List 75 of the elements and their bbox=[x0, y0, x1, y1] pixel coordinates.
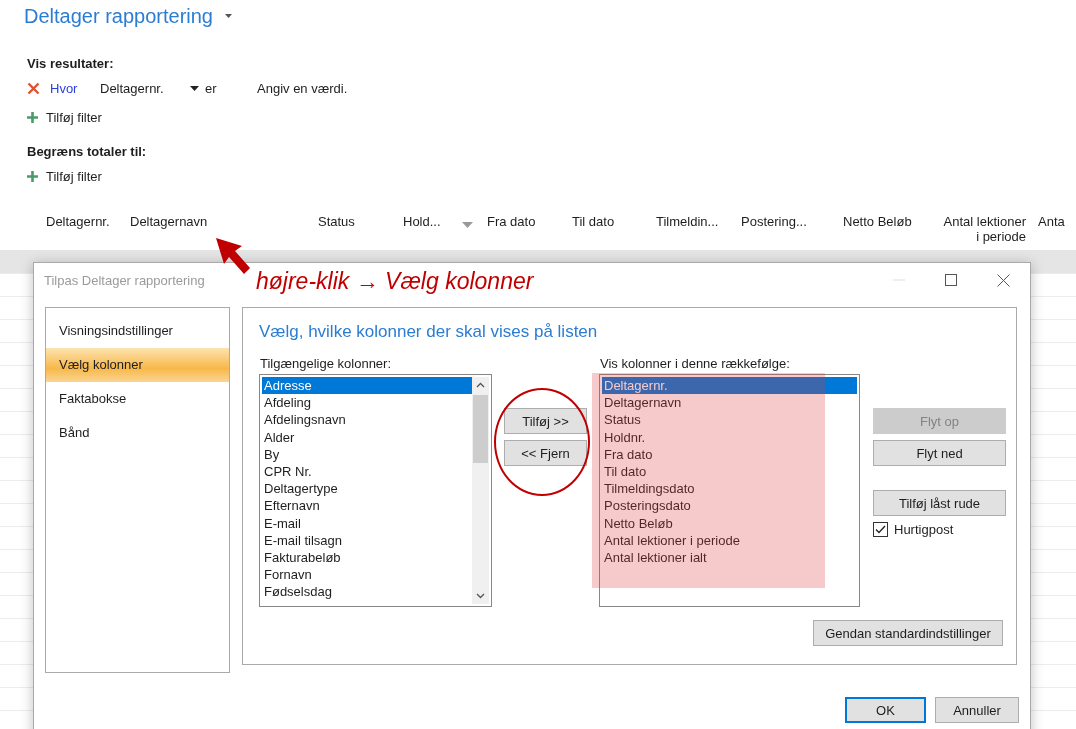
value-field[interactable]: Angiv en værdi. bbox=[257, 81, 348, 96]
add-filter-button[interactable]: Tilføj filter bbox=[27, 110, 102, 125]
list-item[interactable]: Netto Beløb bbox=[602, 514, 857, 532]
column-header[interactable]: Antal lektioner i periode bbox=[938, 214, 1026, 244]
list-item[interactable]: Fødselsdag bbox=[262, 583, 472, 601]
list-item[interactable]: Holdnr. bbox=[602, 428, 857, 446]
list-item[interactable]: Status bbox=[602, 411, 857, 429]
maximize-icon[interactable] bbox=[945, 274, 957, 286]
remove-button[interactable]: << Fjern bbox=[504, 440, 587, 466]
list-item[interactable]: E-mail bbox=[262, 514, 472, 532]
list-item[interactable]: Deltagernr. bbox=[602, 377, 857, 395]
plus-icon bbox=[27, 171, 38, 182]
list-item[interactable]: Afdeling bbox=[262, 394, 472, 412]
list-item[interactable]: Til dato bbox=[602, 462, 857, 481]
nav-item[interactable]: Bånd bbox=[46, 416, 229, 450]
side-button[interactable]: Flyt ned bbox=[873, 440, 1006, 466]
list-item[interactable]: Deltagernavn bbox=[602, 394, 857, 412]
plus-icon bbox=[27, 112, 38, 123]
field-selector[interactable]: Deltagernr. bbox=[100, 81, 190, 96]
side-button[interactable]: Tilføj låst rude bbox=[873, 490, 1006, 516]
section-heading: Vis resultater: bbox=[27, 55, 114, 73]
scroll-up-icon[interactable] bbox=[476, 382, 485, 388]
ok-button[interactable]: OK bbox=[845, 697, 926, 723]
list-item[interactable]: By bbox=[262, 445, 472, 463]
remove-icon[interactable] bbox=[27, 82, 40, 95]
checkbox-label: Hurtigpost bbox=[894, 522, 954, 537]
column-header[interactable]: Til dato bbox=[572, 214, 615, 229]
checkbox[interactable] bbox=[873, 522, 888, 537]
list-item[interactable]: Posteringsdato bbox=[602, 497, 857, 515]
where-link[interactable]: Hvor bbox=[50, 81, 100, 96]
annotation-text: højre-klik → Vælg kolonner bbox=[256, 268, 534, 295]
list-item[interactable]: Adresse bbox=[262, 377, 472, 395]
column-header[interactable]: Deltagernavn bbox=[130, 214, 208, 229]
column-header[interactable]: Netto Beløb bbox=[843, 214, 912, 229]
close-icon[interactable] bbox=[997, 273, 1010, 287]
add-filter-button[interactable]: Tilføj filter bbox=[27, 169, 102, 184]
list-item[interactable]: Deltagertype bbox=[262, 480, 472, 498]
list-item[interactable]: Fakturabeløb bbox=[262, 548, 472, 567]
nav-item[interactable]: Vælg kolonner bbox=[46, 348, 229, 382]
list-item[interactable]: Afdelingsnavn bbox=[262, 411, 472, 429]
page-title: Deltager rapportering bbox=[24, 4, 213, 28]
restore-defaults-button[interactable]: Gendan standardindstillinger bbox=[813, 620, 1003, 646]
list-item[interactable]: Tilmeldingsdato bbox=[602, 480, 857, 498]
add-button[interactable]: Tilføj >> bbox=[504, 408, 587, 434]
list-item[interactable]: CPR Nr. bbox=[262, 462, 472, 481]
dropdown-icon[interactable] bbox=[225, 14, 232, 18]
available-columns-list[interactable]: Adresse Afdeling Afdelingsnavn Alder By CPR Nr. Deltagertype Efternavn E-mail E-mail tilsagn Fakturabeløb Fornavn Fødselsdag bbox=[259, 374, 492, 607]
column-header[interactable]: Deltagernr. bbox=[46, 214, 110, 229]
column-header[interactable]: Anta bbox=[1038, 214, 1065, 229]
panel-heading: Vælg, hvilke kolonner der skal vises på listen bbox=[259, 322, 598, 342]
list-item[interactable]: Fornavn bbox=[262, 566, 472, 584]
nav-item[interactable]: Visningsindstillinger bbox=[46, 314, 229, 348]
list-label: Vis kolonner i denne rækkefølge: bbox=[600, 356, 791, 373]
operator-text: er bbox=[205, 81, 218, 96]
list-item[interactable]: E-mail tilsagn bbox=[262, 531, 472, 549]
shown-columns-list[interactable]: Deltagernr. Deltagernavn Status Holdnr. Fra dato Til dato Tilmeldingsdato Posteringsdato Netto Beløb Antal lektioner i periode Antal lektioner ialt bbox=[599, 374, 860, 607]
scroll-down-icon[interactable] bbox=[476, 593, 485, 599]
list-item[interactable]: Antal lektioner ialt bbox=[602, 548, 857, 567]
dropdown-icon[interactable] bbox=[190, 86, 199, 91]
column-header[interactable]: Hold... bbox=[403, 214, 441, 229]
list-item[interactable]: Antal lektioner i periode bbox=[602, 531, 857, 549]
list-item[interactable]: Efternavn bbox=[262, 497, 472, 515]
scrollbar[interactable] bbox=[472, 377, 489, 604]
section-heading: Begræns totaler til: bbox=[27, 143, 147, 161]
column-header[interactable]: Fra dato bbox=[487, 214, 536, 229]
column-header[interactable]: Status bbox=[318, 214, 355, 229]
column-header[interactable]: Postering... bbox=[741, 214, 807, 229]
dialog-title: Tilpas Deltager rapportering bbox=[44, 272, 205, 288]
list-item[interactable]: Fra dato bbox=[602, 445, 857, 463]
list-label: Tilgængelige kolonner: bbox=[260, 356, 393, 373]
pointer-arrow-drawing bbox=[214, 236, 252, 276]
column-header[interactable]: Tilmeldin... bbox=[656, 214, 719, 229]
list-item[interactable]: Alder bbox=[262, 428, 472, 446]
nav-item[interactable]: Faktabokse bbox=[46, 382, 229, 416]
cancel-button[interactable]: Annuller bbox=[935, 697, 1019, 723]
